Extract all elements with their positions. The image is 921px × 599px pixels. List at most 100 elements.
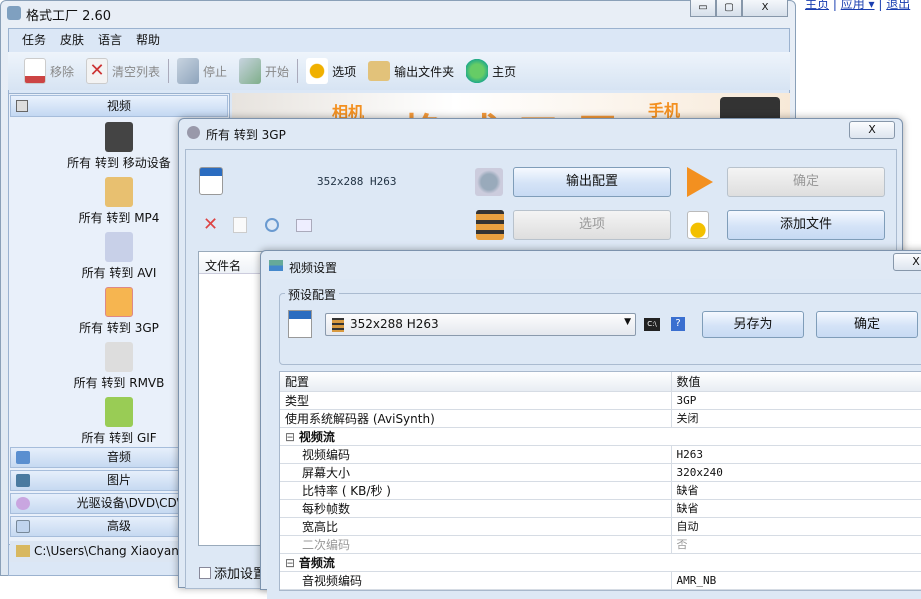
3gp-icon xyxy=(288,310,312,338)
table-row[interactable]: 视频编码 H263 xyxy=(280,445,921,464)
setting-value[interactable]: 自动 xyxy=(670,517,921,536)
homepage-button[interactable]: 主页 xyxy=(462,58,520,84)
setting-value[interactable]: 否 xyxy=(670,535,921,554)
setting-value[interactable] xyxy=(671,427,921,446)
stop-button[interactable]: 停止 xyxy=(173,58,231,84)
table-row[interactable]: 使用系统解码器 (AviSynth) 关闭 xyxy=(280,409,921,428)
menu-skin[interactable]: 皮肤 xyxy=(60,31,84,48)
table-row[interactable]: 比特率 ( KB/秒 ) 缺省 xyxy=(280,481,921,500)
avi-icon xyxy=(105,232,133,262)
close-button[interactable]: X xyxy=(742,0,788,17)
dialog-icon xyxy=(187,126,200,139)
film-icon xyxy=(332,318,344,332)
command-line-icon[interactable]: C:\ xyxy=(644,318,660,331)
link-apps[interactable]: 应用 ▾ xyxy=(841,0,875,11)
film-cut-icon xyxy=(476,210,504,240)
maximize-button[interactable]: ▢ xyxy=(716,0,742,17)
minimize-button[interactable]: ▭ xyxy=(690,0,716,17)
menu-task[interactable]: 任务 xyxy=(22,31,46,48)
group-row[interactable]: ⊟ 音频流 xyxy=(280,553,921,572)
remove-icon xyxy=(24,58,46,84)
disc-icon xyxy=(16,497,30,510)
start-button[interactable]: 开始 xyxy=(235,58,293,84)
setting-value[interactable]: H263 xyxy=(670,445,921,464)
close-button[interactable]: X xyxy=(893,253,921,271)
setting-value[interactable]: 8000 xyxy=(670,589,921,590)
table-row[interactable]: 类型 3GP xyxy=(280,391,921,410)
toolbar: 移除 ✕ 清空列表 停止 开始 选项 输出文件夹 主页 xyxy=(8,52,790,90)
top-links: 主页 | 应用 ▾ | 退出 xyxy=(805,0,910,12)
setting-name: 视频编码 xyxy=(280,445,671,464)
checkbox-icon[interactable] xyxy=(199,566,211,579)
add-settings-checkbox[interactable]: 添加设置 xyxy=(199,563,266,582)
setting-value[interactable]: AMR_NB xyxy=(670,571,921,590)
table-row[interactable]: 每秒帧数 缺省 xyxy=(280,499,921,518)
setting-value[interactable]: 缺省 xyxy=(670,499,921,518)
link-home[interactable]: 主页 xyxy=(805,0,829,11)
setting-name: 类型 xyxy=(280,391,671,410)
setting-name: 音视频编码 xyxy=(280,571,671,590)
remove-button[interactable]: 移除 xyxy=(20,58,78,84)
collapse-icon[interactable]: ⊟ xyxy=(285,430,299,444)
table-row[interactable]: 音视频编码 AMR_NB xyxy=(280,571,921,590)
column-header-value[interactable]: 数值 xyxy=(670,372,921,392)
mp4-icon xyxy=(105,177,133,207)
close-button[interactable]: X xyxy=(849,121,895,139)
table-row[interactable]: 二次编码否 xyxy=(280,535,921,554)
setting-value[interactable]: 缺省 xyxy=(670,481,921,500)
setting-name: ⊟ 音频流 xyxy=(280,553,671,572)
setting-value[interactable]: 关闭 xyxy=(670,409,921,428)
gif-icon xyxy=(105,397,133,427)
globe-icon xyxy=(466,58,489,84)
setting-value[interactable] xyxy=(671,553,921,572)
clear-list-button[interactable]: ✕ 清空列表 xyxy=(82,58,164,84)
link-exit[interactable]: 退出 xyxy=(886,0,910,11)
setting-name: 比特率 ( KB/秒 ) xyxy=(280,481,671,500)
output-folder-button[interactable]: 输出文件夹 xyxy=(364,61,458,81)
collapse-icon[interactable]: ⊟ xyxy=(285,556,299,570)
output-config-button[interactable]: 输出配置 xyxy=(513,167,671,197)
setting-name: 每秒帧数 xyxy=(280,499,671,518)
add-file-button[interactable]: 添加文件 xyxy=(727,210,885,240)
video-settings-dialog: 视频设置 X 预设配置 352x288 H263 ▼ C:\ ? 另存为 确定 … xyxy=(260,250,921,599)
setting-name: ⊟ 视频流 xyxy=(280,427,671,446)
menu-help[interactable]: 帮助 xyxy=(136,31,160,48)
category-video[interactable]: 视频 xyxy=(10,95,228,117)
window-title: 格式工厂 2.60 xyxy=(26,9,112,24)
column-header-setting[interactable]: 配置 xyxy=(280,372,671,392)
preset-select[interactable]: 352x288 H263 ▼ xyxy=(325,313,636,336)
delete-icon[interactable]: ✕ xyxy=(203,214,218,235)
film-icon xyxy=(16,100,28,112)
preset-group-label: 预设配置 xyxy=(285,286,340,303)
clear-icon: ✕ xyxy=(86,58,109,84)
advanced-icon xyxy=(16,520,30,533)
table-row[interactable]: 屏幕大小 320x240 xyxy=(280,463,921,482)
setting-name: 宽高比 xyxy=(280,517,671,536)
3gp-icon xyxy=(105,287,133,317)
table-row[interactable]: 采样率 ( 赫兹 )8000 xyxy=(280,589,921,590)
menu-language[interactable]: 语言 xyxy=(98,31,122,48)
dialog-icon xyxy=(269,260,283,271)
ok-button[interactable]: 确定 xyxy=(727,167,885,197)
options-button[interactable]: 选项 xyxy=(513,210,671,240)
start-icon xyxy=(239,58,262,84)
output-config-icon xyxy=(475,168,503,196)
play-icon[interactable] xyxy=(265,218,279,232)
ok-button[interactable]: 确定 xyxy=(816,311,918,338)
setting-name: 二次编码 xyxy=(280,535,671,554)
save-as-button[interactable]: 另存为 xyxy=(702,311,804,338)
options-button[interactable]: 选项 xyxy=(302,58,360,84)
music-icon xyxy=(16,451,30,464)
help-icon[interactable]: ? xyxy=(671,317,685,331)
table-row[interactable]: 宽高比 自动 xyxy=(280,517,921,536)
dialog-title: 所有 转到 3GP xyxy=(206,128,286,142)
setting-value[interactable]: 3GP xyxy=(670,391,921,410)
clear-icon[interactable] xyxy=(233,217,247,233)
setting-value[interactable]: 320x240 xyxy=(670,463,921,482)
group-row[interactable]: ⊟ 视频流 xyxy=(280,427,921,446)
info-icon[interactable] xyxy=(296,219,312,232)
folder-icon xyxy=(16,545,30,557)
dialog-title: 视频设置 xyxy=(289,261,338,275)
profile-text: 352x288 H263 xyxy=(317,175,397,188)
divider xyxy=(297,59,299,83)
